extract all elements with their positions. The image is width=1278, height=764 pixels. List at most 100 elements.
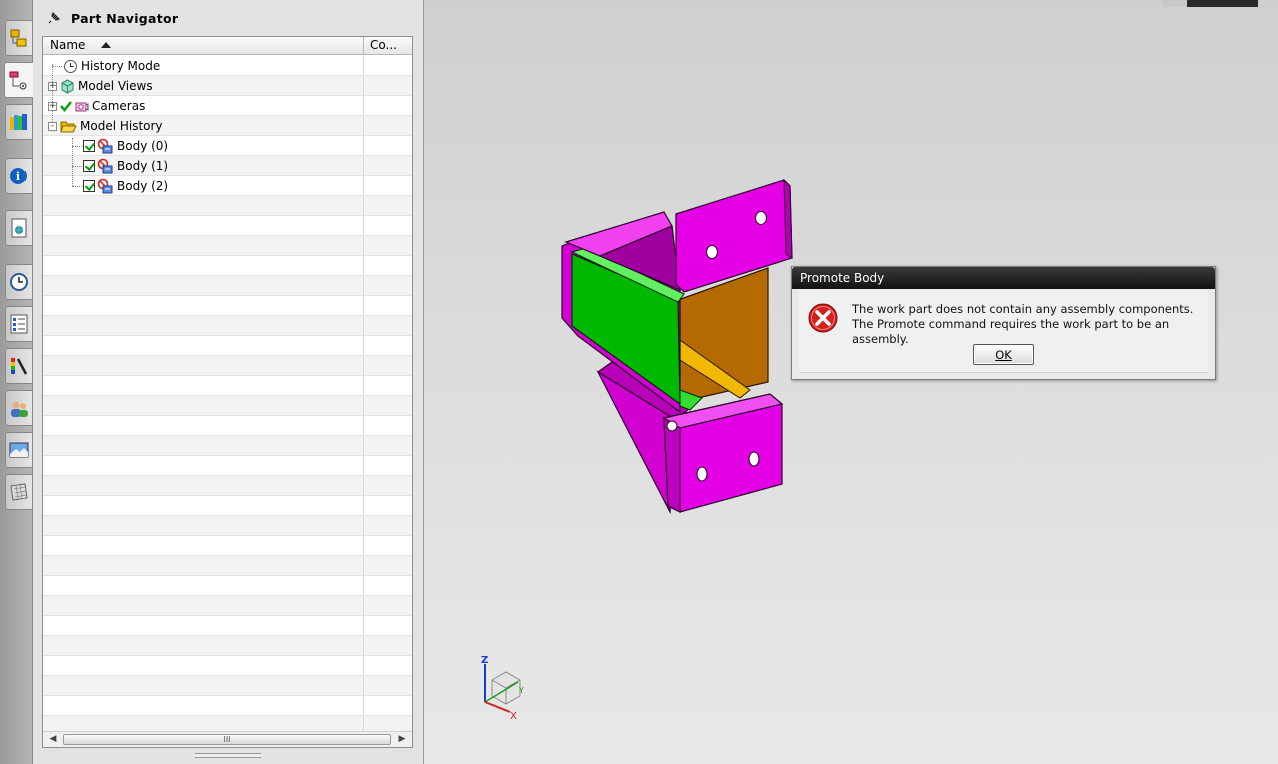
empty-row (43, 356, 412, 376)
clock-icon (64, 59, 77, 73)
dialog-body: The work part does not contain any assem… (799, 290, 1208, 373)
history-tab[interactable] (5, 264, 32, 300)
assembly-navigator-icon (10, 29, 27, 47)
reuse-library-tab[interactable] (5, 104, 32, 140)
dialog-title[interactable]: Promote Body (792, 267, 1215, 289)
collapse-toggle[interactable]: - (48, 121, 57, 131)
pin-icon[interactable] (47, 11, 61, 25)
column-header-name-label: Name (50, 38, 86, 52)
tree-node-body-0[interactable]: Body (0) (83, 136, 168, 156)
empty-row (43, 636, 412, 656)
dialog-message-line2: The Promote command requires the work pa… (852, 317, 1170, 346)
assembly-navigator-tab[interactable] (5, 20, 32, 56)
info-icon: i (10, 168, 27, 184)
roles-tab[interactable] (5, 390, 32, 426)
column-header-co[interactable]: Co... (364, 37, 412, 54)
empty-row (43, 396, 412, 416)
expand-toggle[interactable]: + (48, 101, 57, 111)
empty-row (43, 596, 412, 616)
tree-node-label: Model Views (78, 79, 153, 93)
part-navigator-tab[interactable] (4, 62, 33, 98)
empty-row (43, 676, 412, 696)
process-studio-tab[interactable] (5, 306, 32, 342)
tree-node-label: Model History (80, 119, 163, 133)
tree-row[interactable]: Body (0) (43, 136, 412, 156)
camera-icon (75, 102, 89, 111)
empty-row (43, 696, 412, 716)
panel-resize-grip[interactable] (195, 753, 261, 758)
tree-node-label: Body (1) (117, 159, 169, 173)
tree-row[interactable]: + Cameras (43, 96, 412, 116)
empty-row (43, 576, 412, 596)
empty-row (43, 416, 412, 436)
tree-row[interactable]: Body (1) (43, 156, 412, 176)
x-axis-label: X (510, 711, 517, 722)
visibility-checkbox[interactable] (83, 140, 95, 152)
reuse-library-icon (10, 114, 27, 130)
model-views-icon (61, 78, 74, 94)
empty-row (43, 256, 412, 276)
part-navigator-icon (9, 71, 27, 90)
graphics-window[interactable] (424, 0, 1278, 764)
web-browser-tab[interactable] (5, 210, 32, 246)
empty-row (43, 436, 412, 456)
visibility-checkbox[interactable] (83, 180, 95, 192)
tree-node-label: Cameras (92, 99, 146, 113)
y-axis-label: Y (518, 686, 524, 695)
empty-row (43, 336, 412, 356)
roles-icon (11, 401, 28, 417)
empty-row (43, 616, 412, 636)
tree-node-history-mode[interactable]: History Mode (63, 56, 160, 76)
system-scenes-tab[interactable] (5, 432, 32, 468)
navigator-title: Part Navigator (71, 10, 179, 26)
wcs-triad-icon: Z Y X (481, 655, 524, 722)
scroll-thumb[interactable]: III (63, 734, 391, 745)
tree-node-body-2[interactable]: Body (2) (83, 176, 168, 196)
visibility-checkbox[interactable] (83, 160, 95, 172)
tree-node-body-1[interactable]: Body (1) (83, 156, 168, 176)
horizontal-scrollbar[interactable]: ◀ III ▶ (43, 731, 412, 747)
ok-button[interactable]: OK (973, 344, 1034, 365)
tree-node-model-views[interactable]: + Model Views (48, 76, 153, 96)
empty-row (43, 276, 412, 296)
scroll-left-arrow[interactable]: ◀ (45, 732, 61, 748)
expand-toggle[interactable]: + (48, 81, 57, 91)
system-scenes-icon (9, 442, 29, 458)
dialog-message-line1: The work part does not contain any assem… (852, 302, 1194, 316)
process-studio-icon (10, 314, 28, 334)
empty-row (43, 196, 412, 216)
dialog-message: The work part does not contain any assem… (852, 302, 1208, 347)
empty-row (43, 456, 412, 476)
tree-node-model-history[interactable]: - Model History (48, 116, 163, 136)
empty-row (43, 216, 412, 236)
tree-node-cameras[interactable]: + Cameras (48, 96, 145, 116)
info-tab[interactable]: i (5, 158, 32, 194)
checkmark-icon (60, 101, 72, 112)
empty-row (43, 376, 412, 396)
empty-row (43, 236, 412, 256)
scroll-right-arrow[interactable]: ▶ (394, 732, 410, 748)
sort-ascending-icon (101, 42, 111, 48)
empty-row (43, 716, 412, 731)
column-header-name[interactable]: Name (43, 37, 364, 54)
empty-row (43, 296, 412, 316)
tree-row[interactable]: Body (2) (43, 176, 412, 196)
svg-text:i: i (16, 170, 20, 183)
folder-open-icon (60, 121, 77, 132)
palette-tab[interactable] (5, 348, 32, 384)
z-axis-label: Z (481, 655, 488, 666)
tree-row[interactable]: History Mode (43, 56, 412, 76)
viewport-top-scrollbar[interactable] (1163, 0, 1258, 7)
tree-row[interactable]: + Model Views (43, 76, 412, 96)
empty-row (43, 556, 412, 576)
navigator-tree[interactable]: Name Co... History Mode + Model Views + … (42, 36, 413, 748)
navigator-header: Part Navigator (33, 0, 423, 36)
empty-row (43, 536, 412, 556)
history-icon (10, 273, 28, 291)
error-icon (808, 303, 838, 333)
part-navigator-panel: Part Navigator Name Co... History Mode + (33, 0, 424, 764)
tree-header: Name Co... (43, 37, 412, 55)
materials-tab[interactable] (5, 474, 32, 510)
promote-body-dialog: Promote Body The work part does not cont… (791, 266, 1216, 380)
tree-row[interactable]: - Model History (43, 116, 412, 136)
